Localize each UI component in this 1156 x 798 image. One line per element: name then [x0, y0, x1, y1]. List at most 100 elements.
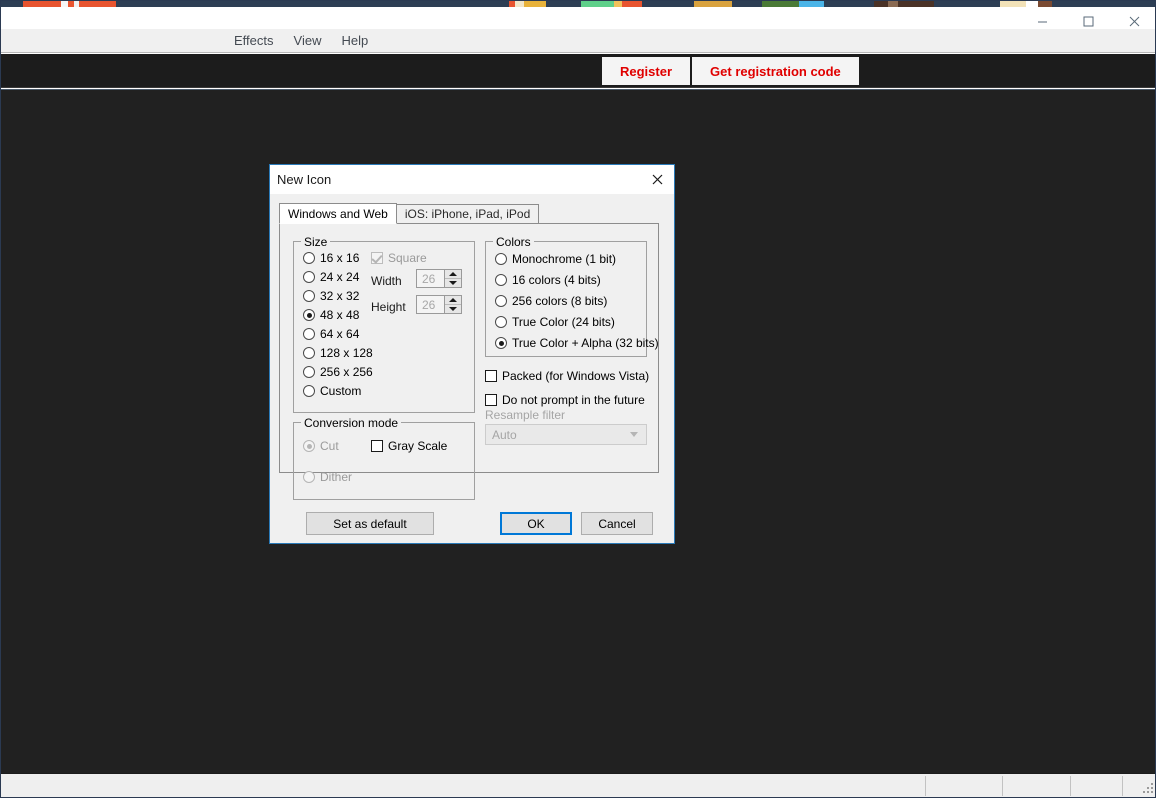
- triangle-down-icon: [449, 281, 457, 285]
- triangle-up-icon: [449, 272, 457, 276]
- height-stepper-arrows[interactable]: [444, 296, 461, 313]
- size-option-label: 48 x 48: [320, 308, 360, 322]
- grayscale-checkbox-label: Gray Scale: [388, 439, 448, 453]
- minimize-icon: [1037, 21, 1047, 22]
- size-group-legend: Size: [301, 235, 331, 249]
- status-panel-4: [1071, 776, 1123, 796]
- window-title-bar: [1, 7, 1155, 29]
- radio-icon: [303, 366, 315, 378]
- register-button[interactable]: Register: [602, 57, 693, 85]
- height-value: 26: [422, 297, 436, 312]
- no-prompt-checkbox-label: Do not prompt in the future: [502, 393, 645, 407]
- stepper-up-button[interactable]: [445, 296, 461, 305]
- radio-icon: [495, 274, 507, 286]
- conversion-option-dither[interactable]: Dither: [303, 470, 352, 484]
- packed-checkbox-label: Packed (for Windows Vista): [502, 369, 650, 383]
- size-option-64[interactable]: 64 x 64: [303, 327, 359, 341]
- conversion-option-cut[interactable]: Cut: [303, 439, 339, 453]
- checkbox-icon: [485, 370, 497, 382]
- resample-filter-value: Auto: [492, 427, 517, 442]
- size-option-label: 256 x 256: [320, 365, 373, 379]
- maximize-icon: [1083, 16, 1093, 26]
- tab-panel: Size 16 x 16 24 x 24 32 x 32 48 x 48 64 …: [279, 223, 659, 500]
- stepper-up-button[interactable]: [445, 270, 461, 279]
- size-option-custom[interactable]: Custom: [303, 384, 361, 398]
- colors-group-legend: Colors: [493, 235, 534, 249]
- menu-bar: Effects View Help: [1, 29, 1155, 53]
- dialog-title: New Icon: [277, 172, 332, 187]
- stepper-down-button[interactable]: [445, 279, 461, 287]
- status-panel-5: [1123, 776, 1135, 796]
- status-panel-2: [926, 776, 1003, 796]
- conversion-group-legend: Conversion mode: [301, 416, 402, 430]
- new-icon-dialog: New Icon Windows and Web iOS: iPhone, iP…: [269, 164, 675, 544]
- conversion-mode-groupbox: Conversion mode Cut Dither Gray Scale: [293, 416, 475, 500]
- get-registration-code-button[interactable]: Get registration code: [692, 57, 859, 85]
- tab-windows-and-web[interactable]: Windows and Web: [279, 203, 397, 224]
- size-option-label: 16 x 16: [320, 251, 360, 265]
- stepper-down-button[interactable]: [445, 305, 461, 313]
- color-option-label: 16 colors (4 bits): [512, 273, 601, 287]
- size-option-16[interactable]: 16 x 16: [303, 251, 359, 265]
- radio-icon: [303, 252, 315, 264]
- color-option-label: True Color (24 bits): [512, 315, 615, 329]
- color-option-label: True Color + Alpha (32 bits): [512, 336, 659, 350]
- checkbox-icon: [371, 440, 383, 452]
- status-bar: [1, 773, 1155, 797]
- cancel-button[interactable]: Cancel: [581, 512, 653, 535]
- size-option-label: 24 x 24: [320, 270, 360, 284]
- square-checkbox-label: Square: [388, 251, 427, 265]
- resize-grip-icon[interactable]: [1141, 781, 1155, 795]
- size-groupbox: Size 16 x 16 24 x 24 32 x 32 48 x 48 64 …: [293, 235, 475, 413]
- no-prompt-checkbox[interactable]: Do not prompt in the future: [485, 393, 645, 407]
- square-checkbox[interactable]: Square: [371, 251, 427, 265]
- tab-ios[interactable]: iOS: iPhone, iPad, iPod: [396, 204, 540, 224]
- size-option-24[interactable]: 24 x 24: [303, 270, 359, 284]
- checkbox-icon: [485, 394, 497, 406]
- color-option-label: 256 colors (8 bits): [512, 294, 608, 308]
- chevron-down-icon: [630, 432, 638, 437]
- resample-filter-select[interactable]: Auto: [485, 424, 647, 445]
- color-option-truecolor[interactable]: True Color (24 bits): [495, 315, 615, 329]
- radio-icon: [495, 316, 507, 328]
- width-label: Width: [371, 274, 402, 288]
- radio-icon: [303, 309, 315, 321]
- size-option-label: 32 x 32: [320, 289, 360, 303]
- color-option-16[interactable]: 16 colors (4 bits): [495, 273, 601, 287]
- menu-item-help[interactable]: Help: [333, 30, 376, 51]
- conversion-option-label: Dither: [320, 470, 353, 484]
- height-label: Height: [371, 300, 406, 314]
- size-option-48[interactable]: 48 x 48: [303, 308, 359, 322]
- packed-checkbox[interactable]: Packed (for Windows Vista): [485, 369, 649, 383]
- dialog-body: Windows and Web iOS: iPhone, iPad, iPod …: [270, 194, 674, 543]
- color-option-truecolor-alpha[interactable]: True Color + Alpha (32 bits): [495, 336, 659, 350]
- radio-icon: [303, 440, 315, 452]
- menu-item-view[interactable]: View: [286, 30, 330, 51]
- radio-icon: [303, 385, 315, 397]
- color-option-256[interactable]: 256 colors (8 bits): [495, 294, 607, 308]
- height-stepper[interactable]: 26: [416, 295, 462, 314]
- close-icon: [1129, 16, 1139, 26]
- conversion-option-label: Cut: [320, 439, 339, 453]
- set-as-default-button[interactable]: Set as default: [306, 512, 434, 535]
- grayscale-checkbox[interactable]: Gray Scale: [371, 439, 447, 453]
- radio-icon: [303, 271, 315, 283]
- color-option-label: Monochrome (1 bit): [512, 252, 617, 266]
- triangle-down-icon: [449, 307, 457, 311]
- menu-item-effects[interactable]: Effects: [226, 30, 282, 51]
- triangle-up-icon: [449, 298, 457, 302]
- registration-bar: Register Get registration code: [1, 54, 1155, 88]
- dialog-close-button[interactable]: [640, 165, 674, 194]
- close-icon: [652, 174, 662, 185]
- tab-strip: Windows and Web iOS: iPhone, iPad, iPod: [279, 203, 540, 224]
- radio-icon: [303, 328, 315, 340]
- size-option-32[interactable]: 32 x 32: [303, 289, 359, 303]
- resample-filter-label: Resample filter: [485, 408, 566, 422]
- ok-button[interactable]: OK: [500, 512, 572, 535]
- width-stepper-arrows[interactable]: [444, 270, 461, 287]
- width-stepper[interactable]: 26: [416, 269, 462, 288]
- radio-icon: [495, 295, 507, 307]
- size-option-256[interactable]: 256 x 256: [303, 365, 373, 379]
- color-option-monochrome[interactable]: Monochrome (1 bit): [495, 252, 616, 266]
- size-option-128[interactable]: 128 x 128: [303, 346, 373, 360]
